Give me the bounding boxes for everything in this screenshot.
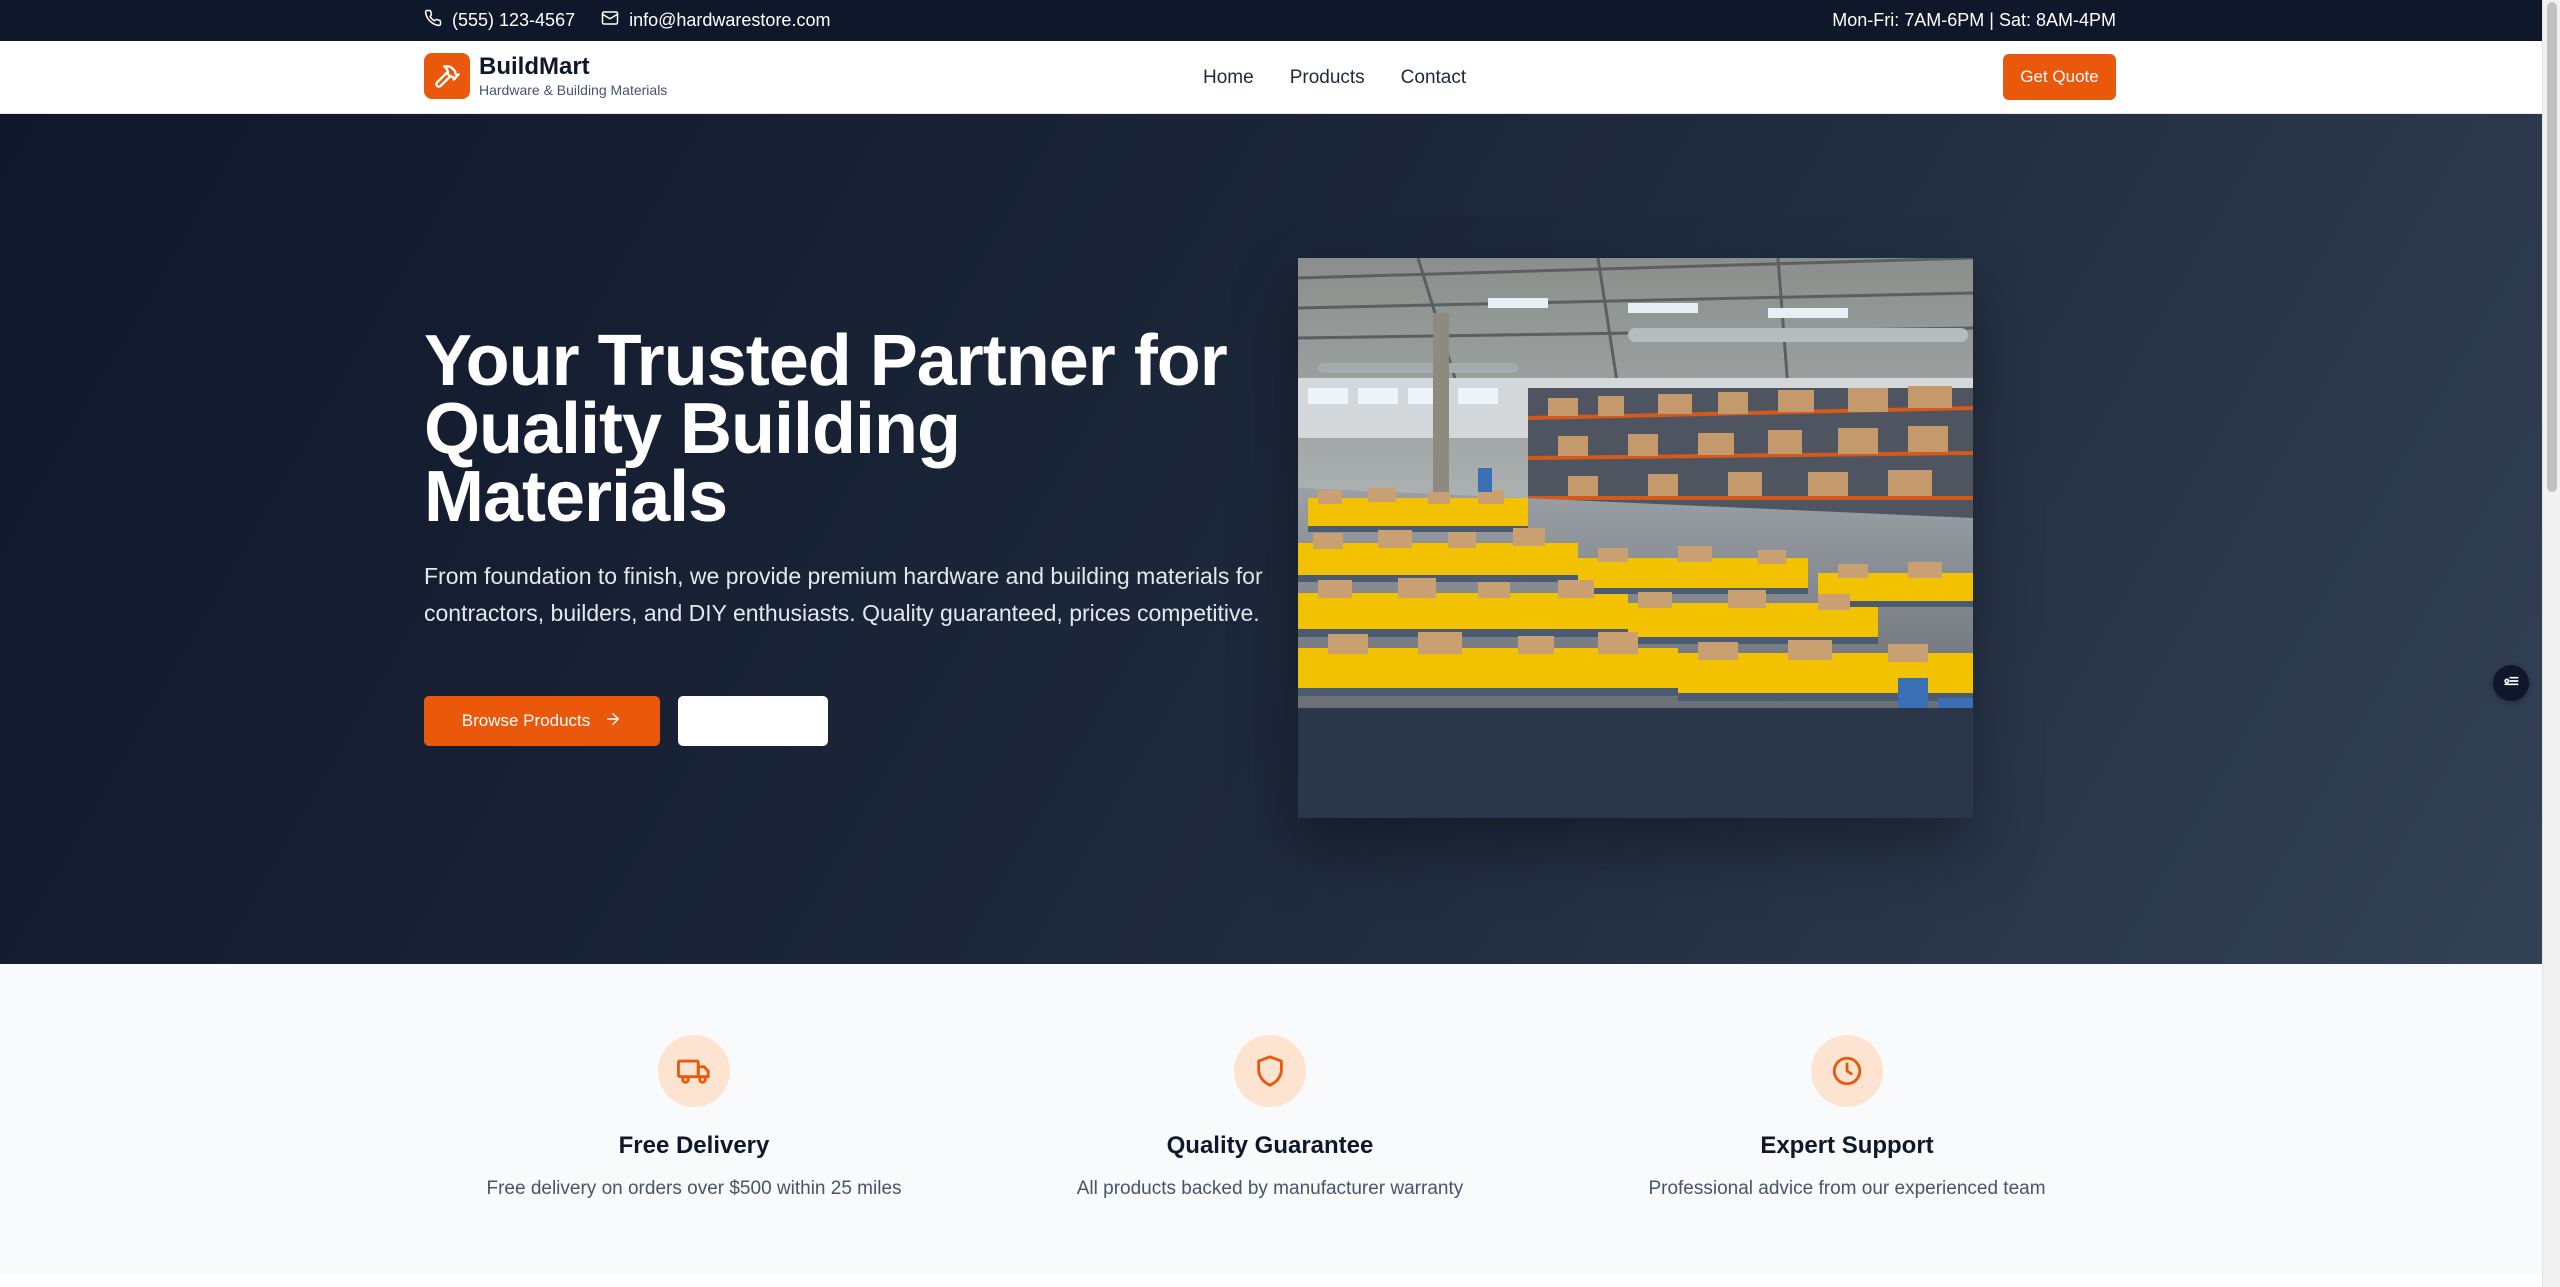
- hero-section: Your Trusted Partner for Quality Buildin…: [0, 114, 2542, 964]
- business-hours: Mon-Fri: 7AM-6PM | Sat: 8AM-4PM: [1832, 10, 2116, 30]
- truck-icon: [658, 1035, 730, 1107]
- main-navbar: BuildMart Hardware & Building Materials …: [0, 41, 2542, 114]
- features-section: Free Delivery Free delivery on orders ov…: [0, 964, 2542, 1274]
- feature-title: Expert Support: [1760, 1132, 1934, 1159]
- feature-title: Quality Guarantee: [1166, 1132, 1374, 1159]
- hero-title: Your Trusted Partner for Quality Buildin…: [424, 321, 1228, 537]
- hammer-icon: [424, 53, 470, 99]
- list-settings-icon: [2501, 671, 2521, 696]
- feature-quality-guarantee: Quality Guarantee All products backed by…: [1010, 964, 1530, 1201]
- page: (555) 123-4567 info@hardwarestore.com Mo…: [0, 0, 2542, 1287]
- top-info-bar: (555) 123-4567 info@hardwarestore.com Mo…: [0, 0, 2542, 41]
- feature-free-delivery: Free Delivery Free delivery on orders ov…: [434, 964, 954, 1201]
- hero-description: From foundation to finish, we provide pr…: [424, 563, 1263, 626]
- browse-products-button[interactable]: Browse Products: [424, 696, 660, 746]
- brand-logo-link[interactable]: BuildMart Hardware & Building Materials: [424, 53, 667, 99]
- scrollbar-thumb[interactable]: [2547, 2, 2557, 492]
- next-section-edge: [0, 1274, 2542, 1287]
- mail-icon: [601, 9, 619, 32]
- feature-description: All products backed by manufacturer warr…: [1076, 1178, 1464, 1199]
- phone-number: (555) 123-4567: [452, 10, 576, 30]
- floating-menu-button[interactable]: [2493, 665, 2529, 701]
- brand-tagline: Hardware & Building Materials: [479, 82, 668, 98]
- feature-description: Professional advice from our experienced…: [1648, 1178, 2046, 1199]
- nav-link-home[interactable]: Home: [1203, 67, 1254, 89]
- email-address: info@hardwarestore.com: [629, 10, 831, 30]
- nav-links: Home Products Contact: [1203, 41, 1466, 114]
- feature-expert-support: Expert Support Professional advice from …: [1587, 964, 2107, 1201]
- browse-products-label: Browse Products: [461, 711, 591, 730]
- shield-icon: [1234, 1035, 1306, 1107]
- phone-icon: [424, 9, 442, 32]
- arrow-right-icon: [604, 710, 622, 733]
- feature-description: Free delivery on orders over $500 within…: [486, 1178, 902, 1199]
- warehouse-image: [1298, 258, 1973, 708]
- feature-title: Free Delivery: [618, 1132, 770, 1159]
- brand-name: BuildMart: [479, 53, 590, 80]
- hero-image-card: [1298, 258, 1973, 818]
- secondary-hero-button[interactable]: [678, 696, 828, 746]
- clock-icon: [1811, 1035, 1883, 1107]
- page-scrollbar[interactable]: [2542, 0, 2560, 1287]
- nav-link-contact[interactable]: Contact: [1401, 67, 1466, 89]
- nav-link-products[interactable]: Products: [1290, 67, 1365, 89]
- get-quote-button[interactable]: Get Quote: [2003, 54, 2116, 100]
- phone-contact[interactable]: (555) 123-4567: [424, 9, 575, 32]
- email-contact[interactable]: info@hardwarestore.com: [601, 9, 830, 32]
